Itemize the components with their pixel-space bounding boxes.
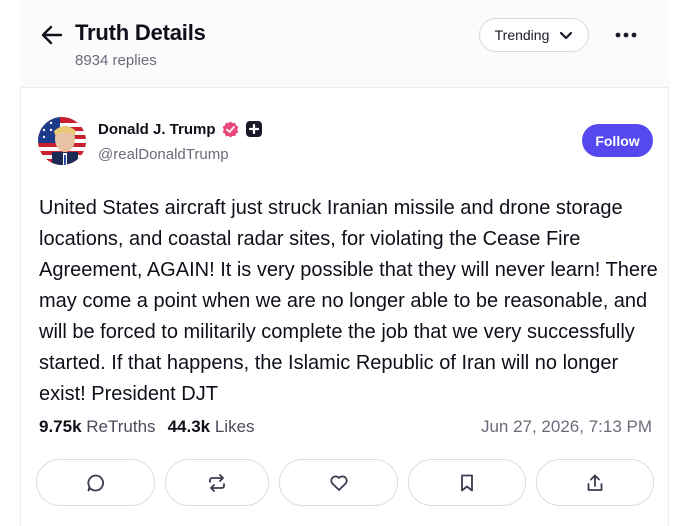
sort-dropdown[interactable]: Trending	[479, 18, 589, 52]
reply-button[interactable]	[36, 459, 155, 506]
retruths-label: ReTruths	[86, 417, 156, 436]
like-button[interactable]	[279, 459, 398, 506]
bookmark-icon	[461, 474, 473, 491]
share-icon	[587, 474, 603, 491]
like-icon	[329, 474, 348, 491]
page-header: Truth Details 8934 replies Trending	[20, 0, 669, 88]
post-timestamp: Jun 27, 2026, 7:13 PM	[480, 417, 652, 436]
more-horizontal-icon	[615, 32, 637, 38]
avatar[interactable]	[38, 117, 86, 165]
retruths-stat[interactable]: 9.75k ReTruths	[39, 417, 156, 436]
author-handle[interactable]: @realDonaldTrump	[98, 146, 229, 163]
back-button[interactable]	[39, 22, 65, 48]
sort-label: Trending	[494, 27, 550, 43]
chevron-down-icon	[560, 31, 573, 39]
likes-stat[interactable]: 44.3k Likes	[168, 417, 255, 436]
reply-icon	[86, 474, 104, 491]
likes-label: Likes	[214, 417, 255, 436]
bookmark-button[interactable]	[408, 459, 526, 506]
likes-count: 44.3k	[167, 417, 211, 436]
retruth-icon	[209, 473, 225, 492]
retruths-count: 9.75k	[39, 417, 82, 436]
reply-count: 8934 replies	[75, 52, 157, 69]
avatar-image	[38, 117, 86, 165]
follow-button[interactable]: Follow	[582, 124, 653, 157]
action-bar	[36, 459, 655, 506]
post-stats: 9.75k ReTruths 44.3k Likes	[39, 417, 255, 437]
arrow-left-icon	[41, 25, 63, 45]
page-title: Truth Details	[75, 20, 206, 45]
post-text: United States aircraft just struck Irani…	[39, 197, 658, 405]
plus-badge-icon	[246, 121, 262, 137]
verified-badge-icon	[222, 121, 239, 138]
share-button[interactable]	[536, 459, 654, 506]
author-name[interactable]: Donald J. Trump	[98, 121, 216, 138]
more-options-button[interactable]	[612, 24, 640, 46]
retruth-button[interactable]	[165, 459, 269, 506]
